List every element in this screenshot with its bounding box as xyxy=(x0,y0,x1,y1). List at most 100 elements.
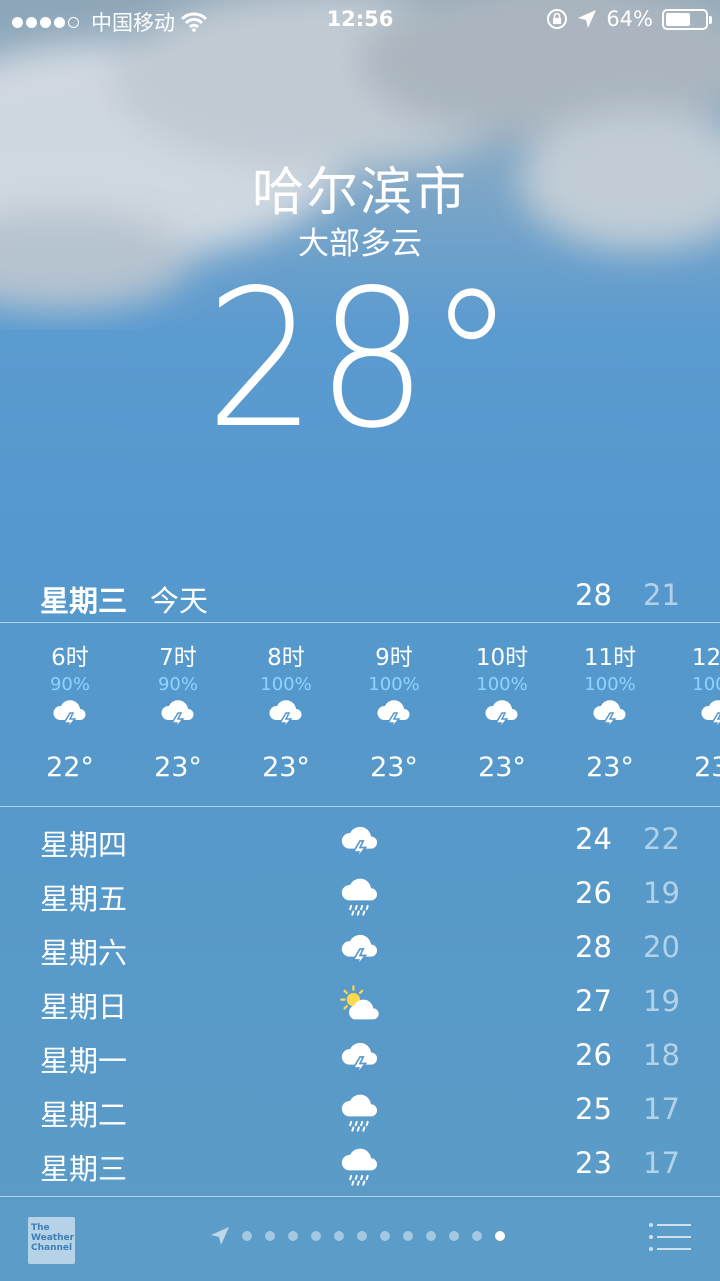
hourly-item: 11时 100% 23° xyxy=(556,624,664,783)
current-temperature: 28° xyxy=(205,249,515,470)
rain-icon xyxy=(340,877,379,916)
orientation-lock-icon xyxy=(547,9,568,29)
low-temp: 19 xyxy=(643,876,680,910)
high-temp: 26 xyxy=(575,876,612,910)
low-temp: 17 xyxy=(643,1092,680,1126)
weekday-label: 星期一 xyxy=(40,1044,128,1078)
page-dot[interactable] xyxy=(449,1231,459,1241)
thunderstorm-icon xyxy=(556,696,664,730)
status-bar: 中国移动 12:56 64% xyxy=(0,0,720,40)
precip-chance: 90% xyxy=(49,674,90,695)
daily-row: 星期四 24 22 xyxy=(0,814,720,868)
daily-row: 星期一 26 18 xyxy=(0,1030,720,1084)
hour-label: 12时 xyxy=(691,645,720,671)
high-temp: 26 xyxy=(575,1038,612,1072)
footer-bar: The Weather Channel xyxy=(0,1196,720,1281)
hourly-item: 8时 100% 23° xyxy=(232,624,340,783)
high-temp: 28 xyxy=(575,930,612,964)
rain-icon xyxy=(340,1093,379,1132)
location-arrow-icon xyxy=(578,10,597,28)
high-temp: 25 xyxy=(575,1092,612,1126)
hour-temp: 23° xyxy=(694,752,720,783)
thunderstorm-icon xyxy=(341,826,378,861)
hour-label: 6时 xyxy=(51,645,89,671)
page-dot[interactable] xyxy=(265,1231,275,1241)
precip-chance: 100% xyxy=(260,674,312,695)
weekday-label: 星期日 xyxy=(40,990,128,1024)
city-list-icon[interactable] xyxy=(648,1222,692,1252)
weather-channel-logo[interactable]: The Weather Channel xyxy=(28,1217,75,1264)
weekday-label: 星期五 xyxy=(40,882,128,916)
low-temp: 19 xyxy=(643,984,680,1018)
thunderstorm-icon xyxy=(16,696,124,730)
hour-label: 10时 xyxy=(475,645,529,671)
low-temp: 18 xyxy=(643,1038,680,1072)
low-temp: 22 xyxy=(643,822,680,856)
daily-row: 星期五 26 19 xyxy=(0,868,720,922)
low-temp: 17 xyxy=(643,1146,680,1180)
thunderstorm-icon xyxy=(448,696,556,730)
high-temp: 24 xyxy=(575,822,612,856)
weekday-label: 星期三 xyxy=(40,1152,128,1186)
hourly-item: 12时 100% 23° xyxy=(664,624,720,783)
page-dot[interactable] xyxy=(357,1231,367,1241)
page-dot[interactable] xyxy=(495,1231,505,1241)
hour-temp: 22° xyxy=(46,752,94,783)
high-temp: 27 xyxy=(575,984,612,1018)
low-temp: 20 xyxy=(643,930,680,964)
hour-temp: 23° xyxy=(154,752,202,783)
thunderstorm-icon xyxy=(124,696,232,730)
battery-icon xyxy=(662,8,712,30)
page-dot[interactable] xyxy=(380,1231,390,1241)
hourly-item: 9时 100% 23° xyxy=(340,624,448,783)
page-dot[interactable] xyxy=(288,1231,298,1241)
location-arrow-icon xyxy=(211,1227,229,1245)
daily-row: 星期二 25 17 xyxy=(0,1084,720,1138)
precip-chance: 100% xyxy=(692,674,720,695)
page-indicator[interactable] xyxy=(210,1226,505,1246)
divider xyxy=(0,806,720,807)
weekday-label: 星期六 xyxy=(40,936,128,970)
thunderstorm-icon xyxy=(340,696,448,730)
rain-icon xyxy=(340,1147,379,1186)
page-dot[interactable] xyxy=(426,1231,436,1241)
hourly-forecast-scroller[interactable]: 6时 90% 22° 7时 90% 23° 8时 100% 23° 9时 100… xyxy=(0,624,720,806)
hourly-item: 10时 100% 23° xyxy=(448,624,556,783)
today-summary-row: 星期三 今天 28 21 xyxy=(0,576,720,620)
precip-chance: 90% xyxy=(157,674,198,695)
high-temp: 23 xyxy=(575,1146,612,1180)
hour-label: 11时 xyxy=(583,645,637,671)
battery-percent: 64% xyxy=(606,7,653,31)
hourly-item: 7时 90% 23° xyxy=(124,624,232,783)
hour-temp: 23° xyxy=(478,752,526,783)
hour-temp: 23° xyxy=(586,752,634,783)
weekday-label: 星期二 xyxy=(40,1098,128,1132)
precip-chance: 100% xyxy=(368,674,420,695)
today-low: 21 xyxy=(643,578,680,612)
daily-forecast-list: 星期四 24 22 星期五 26 19 星期六 28 20 星期日 27 19 … xyxy=(0,814,720,1192)
page-dot[interactable] xyxy=(311,1231,321,1241)
thunderstorm-icon xyxy=(341,1042,378,1077)
divider xyxy=(0,622,720,623)
page-dot[interactable] xyxy=(242,1231,252,1241)
weekday-label: 星期四 xyxy=(40,828,128,862)
status-right: 64% xyxy=(546,7,712,31)
hourly-item: 6时 90% 22° xyxy=(16,624,124,783)
page-dot[interactable] xyxy=(403,1231,413,1241)
thunderstorm-icon xyxy=(232,696,340,730)
hour-temp: 23° xyxy=(370,752,418,783)
page-dot[interactable] xyxy=(472,1231,482,1241)
thunderstorm-icon xyxy=(664,696,720,730)
page-dot[interactable] xyxy=(334,1231,344,1241)
hour-temp: 23° xyxy=(262,752,310,783)
thunderstorm-icon xyxy=(341,934,378,969)
hour-label: 9时 xyxy=(375,645,413,671)
daily-row: 星期六 28 20 xyxy=(0,922,720,976)
precip-chance: 100% xyxy=(584,674,636,695)
daily-row: 星期日 27 19 xyxy=(0,976,720,1030)
city-name: 哈尔滨市 xyxy=(251,163,468,223)
hour-label: 7时 xyxy=(159,645,197,671)
today-label: 今天 xyxy=(150,584,209,618)
precip-chance: 100% xyxy=(476,674,528,695)
today-high: 28 xyxy=(575,578,612,612)
